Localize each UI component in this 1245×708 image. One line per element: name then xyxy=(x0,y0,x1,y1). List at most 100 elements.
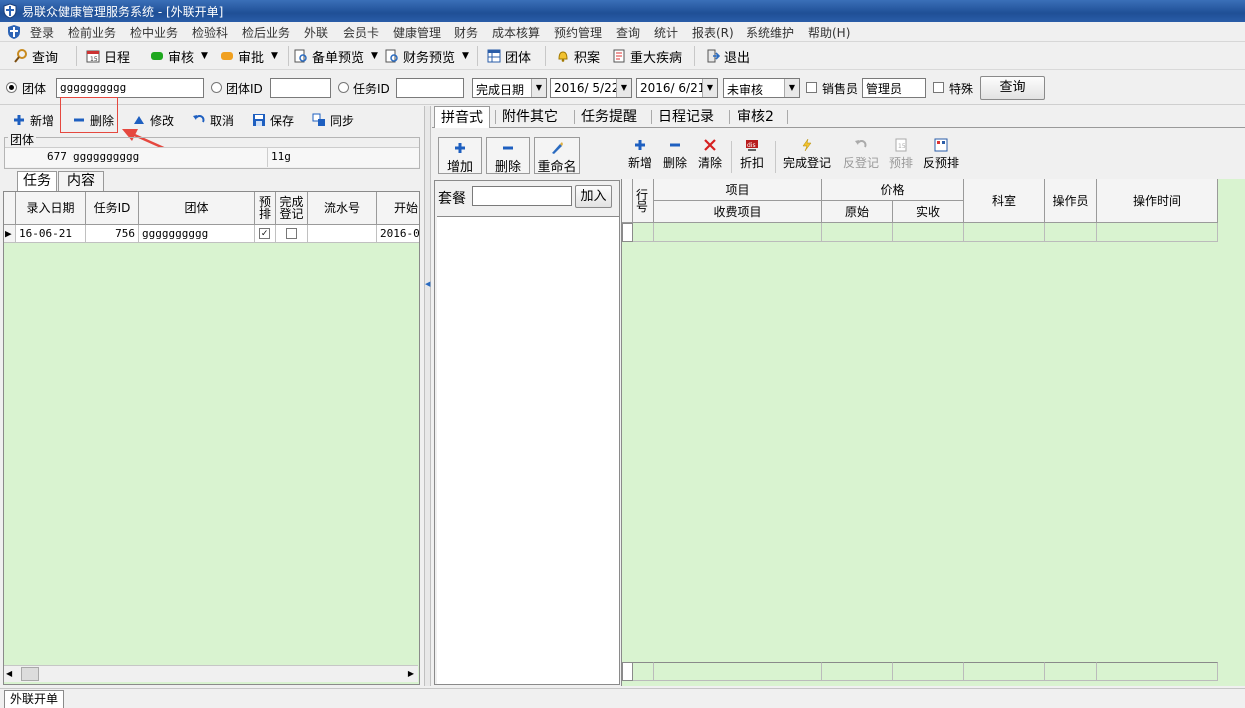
item-discount-button[interactable]: dis 折扣 xyxy=(740,137,764,171)
dropdown-caret-icon[interactable]: ▼ xyxy=(371,51,378,61)
reverse-prearrange-button[interactable]: 反预排 xyxy=(923,137,959,171)
grid-header-item[interactable]: 项目 xyxy=(654,179,822,201)
grid-header[interactable]: 团体 xyxy=(139,192,255,225)
grid-header-operator[interactable]: 操作员 xyxy=(1045,179,1097,223)
menu-finance[interactable]: 财务 xyxy=(454,24,478,41)
prearrange-button[interactable]: 15 预排 xyxy=(889,137,913,171)
query-submit-button[interactable]: 查询 xyxy=(980,76,1045,100)
chevron-down-icon[interactable]: ▼ xyxy=(616,79,631,97)
order-preview-button[interactable]: 备单预览 ▼ xyxy=(294,46,378,66)
menu-help[interactable]: 帮助(H) xyxy=(808,24,850,41)
chevron-down-icon[interactable]: ▼ xyxy=(702,79,717,97)
schedule-button[interactable]: 15 日程 xyxy=(86,46,130,66)
menu-system[interactable]: 系统维护 xyxy=(746,24,794,41)
table-cell[interactable] xyxy=(1045,223,1097,242)
menu-in-exam[interactable]: 检中业务 xyxy=(130,24,178,41)
item-add-button[interactable]: 新增 xyxy=(628,137,652,171)
exit-button[interactable]: 退出 xyxy=(706,46,750,66)
item-clear-button[interactable]: 清除 xyxy=(698,137,722,171)
table-cell[interactable]: 756 xyxy=(86,225,139,243)
group-id-input[interactable] xyxy=(270,78,331,98)
status-tab-outreach-order[interactable]: 外联开单 xyxy=(4,690,65,708)
special-checkbox[interactable] xyxy=(933,82,944,93)
table-cell[interactable] xyxy=(276,225,308,243)
chevron-down-icon[interactable]: ▼ xyxy=(784,79,799,97)
grid-header-price[interactable]: 价格 xyxy=(822,179,964,201)
menu-appointment[interactable]: 预约管理 xyxy=(554,24,602,41)
grid-header-operation-time[interactable]: 操作时间 xyxy=(1097,179,1218,223)
menu-membership[interactable]: 会员卡 xyxy=(343,24,379,41)
scroll-thumb[interactable] xyxy=(21,667,39,681)
join-button[interactable]: 加入 xyxy=(575,185,612,208)
task-id-radio[interactable] xyxy=(338,82,349,93)
panel-splitter[interactable]: ◀ xyxy=(424,106,431,686)
menu-reports[interactable]: 报表(R) xyxy=(692,24,734,41)
salesperson-input[interactable]: 管理员 xyxy=(862,78,926,98)
scroll-right-icon[interactable]: ▶ xyxy=(408,669,414,678)
done-checkbox[interactable] xyxy=(286,228,297,239)
menu-health-mgmt[interactable]: 健康管理 xyxy=(393,24,441,41)
task-id-input[interactable] xyxy=(396,78,464,98)
menu-cost[interactable]: 成本核算 xyxy=(492,24,540,41)
tab-task-reminders[interactable]: 任务提醒 xyxy=(581,106,637,128)
menu-query[interactable]: 查询 xyxy=(616,24,640,41)
grid-header-actual-price[interactable]: 实收 xyxy=(893,201,964,223)
dropdown-caret-icon[interactable]: ▼ xyxy=(201,51,208,61)
table-cell[interactable]: 2016-0 xyxy=(377,225,419,243)
menu-post-exam[interactable]: 检后业务 xyxy=(242,24,290,41)
item-delete-button[interactable]: 删除 xyxy=(663,137,687,171)
grid-header[interactable]: 任务ID xyxy=(86,192,139,225)
grid-header[interactable]: 预排 xyxy=(255,192,276,225)
query-button[interactable]: 查询 xyxy=(14,46,58,66)
menu-pre-exam[interactable]: 检前业务 xyxy=(68,24,116,41)
backlog-button[interactable]: 积案 xyxy=(556,46,600,66)
table-cell[interactable] xyxy=(654,223,822,242)
save-button[interactable]: 保存 xyxy=(252,110,294,130)
package-input[interactable] xyxy=(472,186,572,206)
table-cell[interactable] xyxy=(893,223,964,242)
tab-content[interactable]: 内容 xyxy=(58,171,104,191)
complete-registration-button[interactable]: 完成登记 xyxy=(783,137,831,171)
grid-header[interactable]: 完成登记 xyxy=(276,192,308,225)
add-button[interactable]: 新增 xyxy=(12,110,54,130)
table-cell[interactable] xyxy=(822,223,893,242)
table-cell[interactable] xyxy=(1097,223,1218,242)
reverse-registration-button[interactable]: 反登记 xyxy=(843,137,879,171)
pre-arrange-checkbox[interactable]: ✓ xyxy=(259,228,270,239)
horizontal-scrollbar[interactable]: ◀ ▶ xyxy=(4,665,418,682)
grid-header-department[interactable]: 科室 xyxy=(964,179,1045,223)
audit-button[interactable]: 审核 ▼ xyxy=(150,46,208,66)
package-add-button[interactable]: 增加 xyxy=(438,137,482,175)
date-from-picker[interactable]: 2016/ 5/22 ▼ xyxy=(550,78,632,98)
package-rename-button[interactable]: 重命名 xyxy=(534,137,580,175)
tab-task[interactable]: 任务 xyxy=(17,171,57,191)
audit-status-select[interactable]: 未审核 ▼ xyxy=(723,78,800,98)
scroll-left-icon[interactable]: ◀ xyxy=(6,669,12,678)
grid-header[interactable]: 录入日期 xyxy=(16,192,86,225)
table-cell[interactable]: gggggggggg xyxy=(139,225,255,243)
group-radio[interactable] xyxy=(6,82,17,93)
salesperson-checkbox[interactable] xyxy=(806,82,817,93)
table-cell[interactable] xyxy=(964,223,1045,242)
date-to-picker[interactable]: 2016/ 6/21 ▼ xyxy=(636,78,718,98)
group-id-radio[interactable] xyxy=(211,82,222,93)
group-button[interactable]: 团体 xyxy=(487,46,531,66)
menu-lab[interactable]: 检验科 xyxy=(192,24,228,41)
major-disease-button[interactable]: 重大疾病 xyxy=(612,46,682,66)
table-cell[interactable] xyxy=(633,223,654,242)
grid-header-row-number[interactable]: 行号 xyxy=(633,179,654,223)
chevron-down-icon[interactable]: ▼ xyxy=(531,79,546,97)
tab-audit2[interactable]: 审核2 xyxy=(737,106,774,128)
table-cell[interactable]: 16-06-21 xyxy=(16,225,86,243)
package-delete-button[interactable]: 删除 xyxy=(486,137,530,175)
dropdown-caret-icon[interactable]: ▼ xyxy=(271,51,278,61)
table-cell[interactable]: ✓ xyxy=(255,225,276,243)
menu-outreach[interactable]: 外联 xyxy=(304,24,328,41)
tab-schedule-records[interactable]: 日程记录 xyxy=(658,106,714,128)
tab-pinyin[interactable]: 拼音式 xyxy=(434,106,490,128)
tab-attachments[interactable]: 附件其它 xyxy=(502,106,558,128)
menu-stats[interactable]: 统计 xyxy=(654,24,678,41)
finance-preview-button[interactable]: 财务预览 ▼ xyxy=(385,46,469,66)
sync-button[interactable]: 同步 xyxy=(312,110,354,130)
collapse-left-icon[interactable]: ◀ xyxy=(425,280,430,288)
